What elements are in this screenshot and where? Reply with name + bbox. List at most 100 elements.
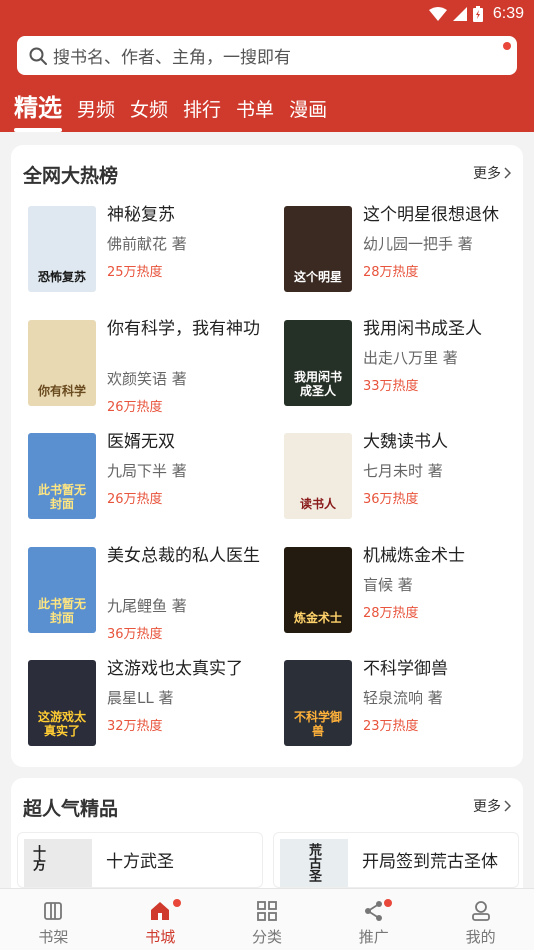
book-author: 盲候 著: [363, 576, 413, 594]
popular-book-item[interactable]: 荒古圣 开局签到荒古圣体: [273, 832, 519, 888]
nav-store[interactable]: 书城: [107, 889, 214, 950]
popular-section: 超人气精品 更多 十方 十方武圣 荒古圣 开局签到荒古圣体: [11, 778, 523, 888]
book-item[interactable]: 此书暂无封面 美女总裁的私人医生 九尾鲤鱼 著 36万热度: [28, 546, 268, 642]
tab-booklist[interactable]: 书单: [236, 96, 274, 124]
book-title: 我用闲书成圣人: [363, 319, 482, 339]
notification-dot: [384, 899, 393, 907]
book-item[interactable]: 这游戏太真实了 这游戏也太真实了 晨星LL 著 32万热度: [28, 659, 268, 750]
bookshelf-icon: [42, 899, 64, 923]
nav-promote[interactable]: 推广: [320, 889, 427, 950]
book-title: 你有科学，我有神功: [107, 319, 260, 339]
book-item[interactable]: 炼金术士 机械炼金术士 盲候 著 28万热度: [284, 546, 524, 637]
cover-text: 读书人: [299, 497, 336, 511]
book-author: 九尾鲤鱼 著: [107, 597, 187, 615]
search-placeholder: 搜书名、作者、主角，一搜即有: [53, 48, 291, 68]
nav-category[interactable]: 分类: [214, 889, 321, 950]
nav-label: 书城: [145, 928, 176, 946]
book-title: 神秘复苏: [107, 205, 175, 225]
book-item[interactable]: 恐怖复苏 神秘复苏 佛前献花 著 25万热度: [28, 205, 268, 296]
book-item[interactable]: 读书人 大魏读书人七月未时 著 36万热度: [284, 432, 524, 523]
tab-male[interactable]: 男频: [77, 96, 115, 124]
book-title: 美女总裁的私人医生: [107, 546, 260, 566]
tab-featured[interactable]: 精选: [14, 92, 62, 132]
book-cover: 此书暂无封面: [28, 433, 96, 519]
bottom-navigation: 书架 书城 分类 推广 我的: [0, 888, 534, 950]
book-author: 轻泉流响 著: [363, 689, 443, 707]
search-notification-dot: [503, 42, 511, 50]
book-cover: 你有科学: [28, 320, 96, 406]
more-button[interactable]: 更多: [473, 796, 511, 816]
cover-text: 这个明星: [293, 270, 342, 284]
book-item[interactable]: 我用闲书成圣人 我用闲书成圣人 出走八万里 著 33万热度: [284, 319, 524, 410]
book-cover: 不科学御兽: [284, 660, 352, 746]
book-heat: 36万热度: [107, 627, 163, 642]
book-author: 九局下半 著: [107, 462, 187, 480]
store-icon: [149, 899, 171, 923]
book-item[interactable]: 此书暂无封面 医婿无双九局下半 著 26万热度: [28, 432, 268, 523]
nav-profile[interactable]: 我的: [427, 889, 534, 950]
cover-text: 你有科学: [37, 384, 86, 398]
cover-text: 此书暂无封面: [37, 597, 86, 625]
book-heat: 36万热度: [363, 492, 419, 507]
book-item[interactable]: 你有科学 你有科学，我有神功 欢颜笑语 著 26万热度: [28, 319, 268, 415]
share-icon: [363, 899, 385, 923]
cover-text: 恐怖复苏: [37, 270, 86, 284]
book-title: 大魏读书人: [363, 432, 448, 452]
nav-label: 分类: [251, 928, 282, 946]
chevron-right-icon: [504, 167, 511, 179]
book-cover: 十方: [24, 839, 92, 887]
section-title: 超人气精品: [23, 798, 119, 820]
book-item[interactable]: 这个明星 这个明星很想退休 幼儿园一把手 著 28万热度: [284, 205, 524, 296]
nav-bookshelf[interactable]: 书架: [0, 889, 107, 950]
app-header: 6:39 搜书名、作者、主角，一搜即有 精选 男频 女频 排行 书单 漫画: [0, 0, 534, 132]
book-cover: 这个明星: [284, 206, 352, 292]
tab-comics[interactable]: 漫画: [289, 96, 327, 124]
search-bar[interactable]: 搜书名、作者、主角，一搜即有: [17, 36, 517, 75]
more-label: 更多: [473, 799, 501, 815]
book-cover: 荒古圣: [280, 839, 348, 887]
book-author: 出走八万里 著: [363, 349, 458, 367]
book-title: 医婿无双: [107, 432, 175, 452]
book-heat: 25万热度: [107, 265, 163, 280]
cover-text: 十方: [30, 845, 45, 871]
book-title: 机械炼金术士: [363, 546, 465, 566]
cover-text: 此书暂无封面: [37, 483, 86, 511]
book-heat: 26万热度: [107, 492, 163, 507]
more-button[interactable]: 更多: [473, 163, 511, 183]
notification-dot: [172, 899, 181, 907]
signal-icon: [452, 7, 467, 21]
profile-icon: [470, 899, 492, 923]
book-cover: 我用闲书成圣人: [284, 320, 352, 406]
status-bar: 6:39: [0, 0, 534, 30]
category-icon: [256, 899, 278, 923]
cover-text: 我用闲书成圣人: [293, 370, 342, 398]
tab-ranking[interactable]: 排行: [183, 96, 221, 124]
book-heat: 32万热度: [107, 719, 163, 734]
book-author: 七月未时 著: [363, 462, 443, 480]
book-heat: 23万热度: [363, 719, 419, 734]
book-title: 不科学御兽: [363, 659, 448, 679]
tab-female[interactable]: 女频: [130, 96, 168, 124]
book-heat: 28万热度: [363, 606, 419, 621]
chevron-right-icon: [504, 800, 511, 812]
book-heat: 33万热度: [363, 379, 419, 394]
battery-icon: [472, 6, 483, 22]
book-cover: 恐怖复苏: [28, 206, 96, 292]
hot-ranking-section: 全网大热榜 更多 恐怖复苏 神秘复苏 佛前献花 著 25万热度 这个明星 这个明星很想退休…: [11, 145, 523, 767]
channel-tabs: 精选 男频 女频 排行 书单 漫画: [14, 88, 327, 132]
book-title: 这个明星很想退休: [363, 205, 499, 225]
book-cover: 读书人: [284, 433, 352, 519]
book-heat: 26万热度: [107, 400, 163, 415]
book-title: 十方武圣: [106, 852, 174, 872]
book-item[interactable]: 不科学御兽 不科学御兽 轻泉流响 著 23万热度: [284, 659, 524, 750]
cover-text: 炼金术士: [293, 611, 342, 625]
book-author: 晨星LL 著: [107, 689, 174, 707]
book-cover: 这游戏太真实了: [28, 660, 96, 746]
cover-text: 不科学御兽: [293, 710, 342, 738]
book-title: 这游戏也太真实了: [107, 659, 243, 679]
cover-text: 荒古圣: [306, 843, 321, 882]
book-title: 开局签到荒古圣体: [362, 852, 498, 872]
popular-book-item[interactable]: 十方 十方武圣: [17, 832, 263, 888]
book-cover: 炼金术士: [284, 547, 352, 633]
nav-label: 书架: [38, 928, 69, 946]
